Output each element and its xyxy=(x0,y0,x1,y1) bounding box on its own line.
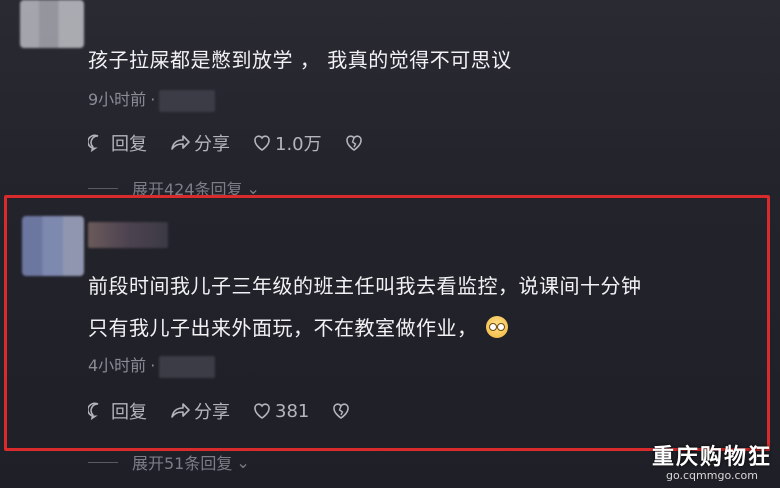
comment-actions: 回复 分享 1.0万 xyxy=(88,130,389,156)
comment-time: 4小时前 xyxy=(88,356,147,375)
dislike-button[interactable] xyxy=(331,401,354,421)
comment-meta: 4小时前 · xyxy=(88,352,216,378)
commenter-avatar[interactable] xyxy=(20,0,84,48)
share-icon xyxy=(171,403,190,418)
commenter-avatar[interactable] xyxy=(22,216,84,276)
expand-label: 展开51条回复 xyxy=(132,454,233,473)
chevron-down-icon: ⌄ xyxy=(236,452,250,472)
emoji-icon xyxy=(485,316,508,338)
reply-icon xyxy=(88,402,99,421)
location-blur xyxy=(159,355,216,378)
expand-replies-link[interactable]: 展开51条回复 ⌄ xyxy=(88,450,250,474)
reply-button[interactable]: 回复 xyxy=(88,130,147,156)
meta-separator: · xyxy=(150,356,156,375)
comment-time: 9小时前 xyxy=(88,90,147,109)
like-button[interactable]: 1.0万 xyxy=(252,130,322,156)
watermark-url: go.cqmmgo.com xyxy=(665,469,758,482)
like-count: 381 xyxy=(275,400,310,422)
share-button[interactable]: 分享 xyxy=(169,398,230,424)
reply-label: 回复 xyxy=(111,402,147,423)
meta-separator: · xyxy=(150,90,156,109)
watermark: 重庆购物狂 go.cqmmgo.com xyxy=(652,446,772,482)
broken-heart-icon xyxy=(333,403,350,419)
share-label: 分享 xyxy=(194,402,230,423)
comment-text-line2-wrap: 只有我儿子出来外面玩，不在教室做作业， xyxy=(88,310,508,346)
comment-meta: 9小时前 · xyxy=(88,86,216,112)
share-icon xyxy=(171,135,190,150)
broken-heart-icon xyxy=(345,135,362,151)
location-blur xyxy=(159,89,216,112)
comment-text-line1: 前段时间我儿子三年级的班主任叫我去看监控，说课间十分钟 xyxy=(88,274,642,298)
username-blur xyxy=(88,222,168,248)
heart-icon xyxy=(254,403,270,419)
divider-line xyxy=(88,187,118,189)
watermark-name: 重庆购物狂 xyxy=(651,445,772,470)
expand-replies-link[interactable]: 展开424条回复 ⌄ xyxy=(88,176,260,200)
chevron-down-icon: ⌄ xyxy=(246,178,260,198)
comment-text: 孩子拉屎都是憋到放学 ， 我真的觉得不可思议 xyxy=(88,48,512,72)
like-button[interactable]: 381 xyxy=(252,401,309,422)
share-button[interactable]: 分享 xyxy=(169,130,230,156)
comment-text-line2: 只有我儿子出来外面玩，不在教室做作业， xyxy=(88,316,478,340)
comment-actions: 回复 分享 381 xyxy=(88,398,376,424)
like-count: 1.0万 xyxy=(275,134,322,155)
reply-label: 回复 xyxy=(111,134,147,155)
divider-line xyxy=(88,461,118,463)
dislike-button[interactable] xyxy=(344,133,367,153)
reply-icon xyxy=(88,134,99,153)
reply-button[interactable]: 回复 xyxy=(88,398,147,424)
expand-label: 展开424条回复 xyxy=(132,180,243,199)
heart-icon xyxy=(254,135,270,151)
share-label: 分享 xyxy=(194,134,230,155)
